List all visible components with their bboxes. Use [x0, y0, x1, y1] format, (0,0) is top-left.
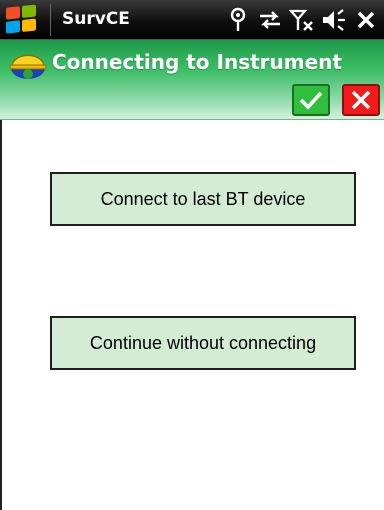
window-left-edge — [0, 120, 2, 510]
helmet-icon — [9, 54, 47, 79]
signal-off-icon[interactable] — [288, 6, 316, 34]
ok-button[interactable] — [292, 84, 330, 116]
taskbar-divider — [50, 4, 51, 36]
start-button[interactable] — [0, 0, 50, 40]
connect-last-bt-label: Connect to last BT device — [100, 188, 306, 209]
windows-flag-icon — [6, 4, 38, 35]
sync-icon[interactable] — [256, 6, 284, 34]
volume-icon[interactable] — [320, 6, 348, 34]
continue-without-connecting-button[interactable]: Continue without connecting — [50, 316, 356, 370]
system-tray — [224, 6, 380, 34]
taskbar: SurvCE — [0, 0, 384, 40]
connect-last-bt-button[interactable]: Connect to last BT device — [50, 172, 356, 226]
close-icon[interactable] — [352, 6, 380, 34]
check-icon — [299, 91, 323, 110]
app-name: SurvCE — [62, 9, 130, 29]
dialog-title: Connecting to Instrument — [52, 50, 342, 74]
antenna-icon[interactable] — [224, 6, 252, 34]
continue-without-connecting-label: Continue without connecting — [89, 332, 317, 353]
cancel-button[interactable] — [342, 84, 380, 116]
x-icon — [351, 90, 371, 110]
